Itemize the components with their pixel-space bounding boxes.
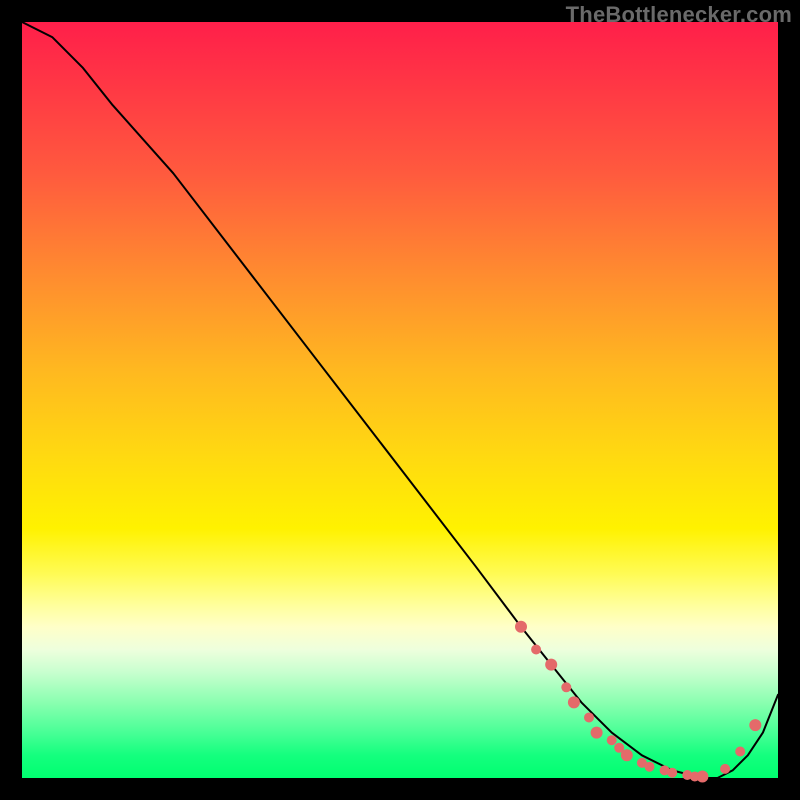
dot [720,764,730,774]
chart-stage: TheBottlenecker.com [0,0,800,800]
dot [667,768,677,778]
dot [621,749,633,761]
dot [568,696,580,708]
dot [591,727,603,739]
dot [696,771,708,783]
dot [645,762,655,772]
dot [749,719,761,731]
dot [735,747,745,757]
highlight-dots [515,621,761,783]
plot-area [22,22,778,778]
dot [515,621,527,633]
dot [584,713,594,723]
dot [531,645,541,655]
dot [545,659,557,671]
dot [561,682,571,692]
chart-svg [22,22,778,778]
bottleneck-curve [22,22,778,778]
dot [607,735,617,745]
